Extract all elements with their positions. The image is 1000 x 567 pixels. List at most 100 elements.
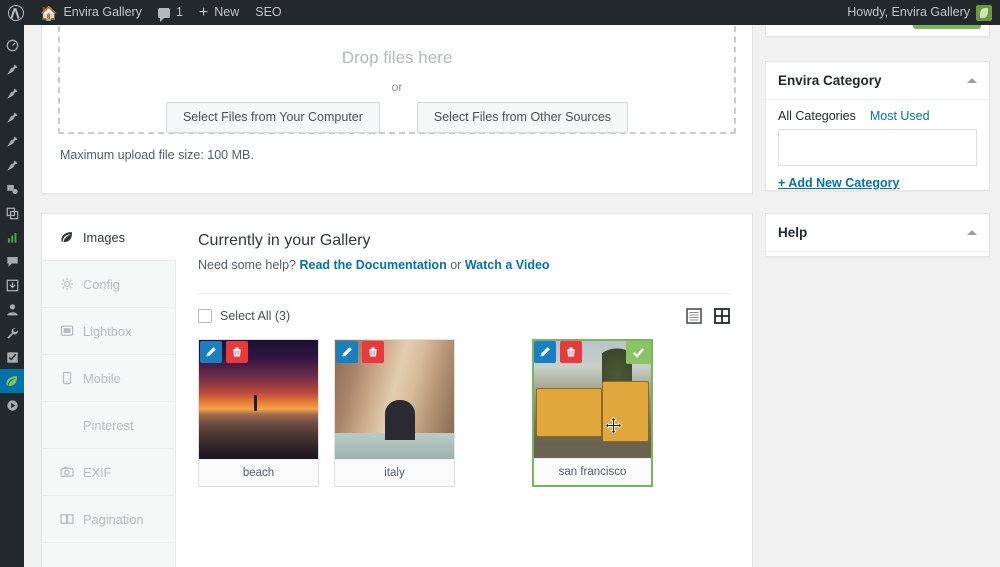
select-all-checkbox[interactable] — [198, 309, 212, 323]
publish-button[interactable] — [913, 25, 981, 29]
watch-video-link[interactable]: Watch a Video — [465, 258, 550, 272]
sidebar-item-media-player[interactable] — [0, 393, 24, 417]
tab-all-categories[interactable]: All Categories — [778, 109, 856, 123]
dropzone[interactable]: Drop files here or Select Files from You… — [58, 25, 736, 134]
right-sidebar: Envira Category All Categories Most Used… — [765, 25, 1000, 567]
chevron-up-icon[interactable] — [967, 230, 977, 235]
lightbox-icon — [59, 324, 74, 339]
tab-images[interactable]: Images — [42, 214, 176, 261]
category-panel-header: Envira Category — [766, 62, 989, 100]
sidebar-item-portfolio[interactable] — [0, 153, 24, 177]
list-view-icon[interactable] — [686, 308, 702, 324]
pencil-icon[interactable] — [200, 341, 222, 363]
sidebar-item-users[interactable] — [0, 297, 24, 321]
read-documentation-link[interactable]: Read the Documentation — [299, 258, 446, 272]
sidebar-item-forms[interactable] — [0, 129, 24, 153]
gallery-toolbar: Select All (3) — [198, 308, 730, 324]
tab-label: Images — [83, 229, 125, 245]
download-icon — [6, 279, 19, 292]
select-all-control[interactable]: Select All (3) — [198, 309, 290, 323]
comment-icon — [157, 7, 170, 22]
sidebar-item-plugins[interactable] — [0, 201, 24, 225]
sidebar-item-tools[interactable] — [0, 321, 24, 345]
category-list-box[interactable] — [778, 129, 977, 166]
check-icon[interactable] — [626, 341, 651, 364]
sidebar-item-analytics[interactable] — [0, 225, 24, 249]
content-area: Drop files here or Select Files from You… — [24, 25, 1000, 567]
dropzone-buttons: Select Files from Your Computer Select F… — [165, 102, 629, 133]
help-prefix: Need some help? — [198, 258, 296, 272]
play-circle-icon — [6, 399, 19, 412]
new-label: New — [214, 5, 240, 19]
tab-pagination[interactable]: Pagination — [42, 496, 175, 543]
pin-icon — [6, 63, 19, 76]
admin-sidebar-menu — [0, 25, 30, 567]
help-panel-body — [766, 252, 989, 262]
checkbox-icon — [6, 351, 19, 364]
gallery-heading: Currently in your Gallery — [198, 232, 371, 249]
wrench-icon — [6, 327, 19, 340]
seo-menu[interactable]: SEO — [247, 0, 289, 25]
tab-lightbox[interactable]: Lightbox — [42, 308, 175, 355]
gallery-item[interactable]: san francisco — [532, 339, 653, 487]
dashboard-icon — [6, 39, 19, 52]
tab-mobile[interactable]: Mobile — [42, 355, 175, 402]
pencil-icon[interactable] — [534, 341, 556, 363]
trash-icon[interactable] — [362, 341, 384, 363]
tab-pinterest[interactable]: Pinterest — [42, 402, 175, 449]
drop-or-label: or — [391, 80, 403, 94]
sidebar-item-appearance[interactable] — [0, 177, 24, 201]
view-toggle-group — [686, 308, 730, 324]
admin-screen: 🏠 Envira Gallery 1 + New SEO Howdy, Envi… — [0, 0, 1000, 567]
comments-count: 1 — [175, 5, 183, 19]
pin-icon — [6, 87, 19, 100]
sidebar-item-media[interactable] — [0, 81, 24, 105]
site-name-menu[interactable]: 🏠 Envira Gallery — [32, 0, 150, 25]
sidebar-item-envira-gallery[interactable] — [0, 369, 30, 393]
tab-exif[interactable]: EXIF — [42, 449, 175, 496]
comments-menu[interactable]: 1 — [150, 0, 191, 25]
add-new-category-link[interactable]: + Add New Category — [778, 176, 899, 190]
pagination-icon — [59, 512, 74, 527]
tab-config[interactable]: Config — [42, 261, 175, 308]
pinterest-icon — [59, 418, 74, 433]
plus-icon: + — [198, 3, 209, 21]
gallery-item[interactable]: beach — [198, 339, 319, 487]
help-panel: Help — [765, 213, 990, 257]
menu-spacer — [0, 25, 24, 33]
upload-panel: Drop files here or Select Files from You… — [41, 25, 753, 194]
gallery-item[interactable]: italy — [334, 339, 455, 487]
tab-most-used[interactable]: Most Used — [870, 109, 930, 123]
pin-icon — [6, 159, 19, 172]
publish-panel — [765, 25, 990, 37]
category-tabs: All Categories Most Used — [766, 100, 989, 123]
trash-icon[interactable] — [560, 341, 582, 363]
item-actions — [336, 341, 384, 363]
trash-icon[interactable] — [226, 341, 248, 363]
sidebar-item-dashboard[interactable] — [0, 33, 24, 57]
category-panel-title: Envira Category — [778, 73, 882, 88]
publish-panel-inner — [766, 25, 989, 36]
wp-logo-menu[interactable] — [0, 0, 32, 25]
drop-files-title: Drop files here — [341, 48, 453, 67]
chevron-up-icon[interactable] — [967, 78, 977, 83]
sidebar-item-pages[interactable] — [0, 105, 24, 129]
grid-view-icon[interactable] — [714, 308, 730, 324]
pin-icon — [6, 111, 19, 124]
select-files-computer-button[interactable]: Select Files from Your Computer — [165, 102, 380, 133]
select-all-label: Select All (3) — [220, 309, 291, 323]
my-account-menu[interactable]: Howdy, Envira Gallery — [839, 0, 1000, 25]
pencil-icon[interactable] — [336, 341, 358, 363]
item-caption: beach — [199, 459, 318, 486]
select-files-other-button[interactable]: Select Files from Other Sources — [416, 102, 629, 133]
wordpress-logo-icon — [8, 4, 24, 21]
sidebar-item-updates[interactable] — [0, 273, 24, 297]
sidebar-item-posts[interactable] — [0, 57, 24, 81]
item-actions — [200, 341, 248, 363]
new-content-menu[interactable]: + New — [191, 0, 247, 25]
max-upload-size-text: Maximum upload file size: 100 MB. — [60, 148, 254, 162]
gallery-panel: Images Config Lightbox Mobile Pinterest … — [41, 213, 753, 567]
sidebar-item-settings[interactable] — [0, 345, 24, 369]
home-icon: 🏠 — [40, 4, 58, 21]
sidebar-item-comments[interactable] — [0, 249, 24, 273]
